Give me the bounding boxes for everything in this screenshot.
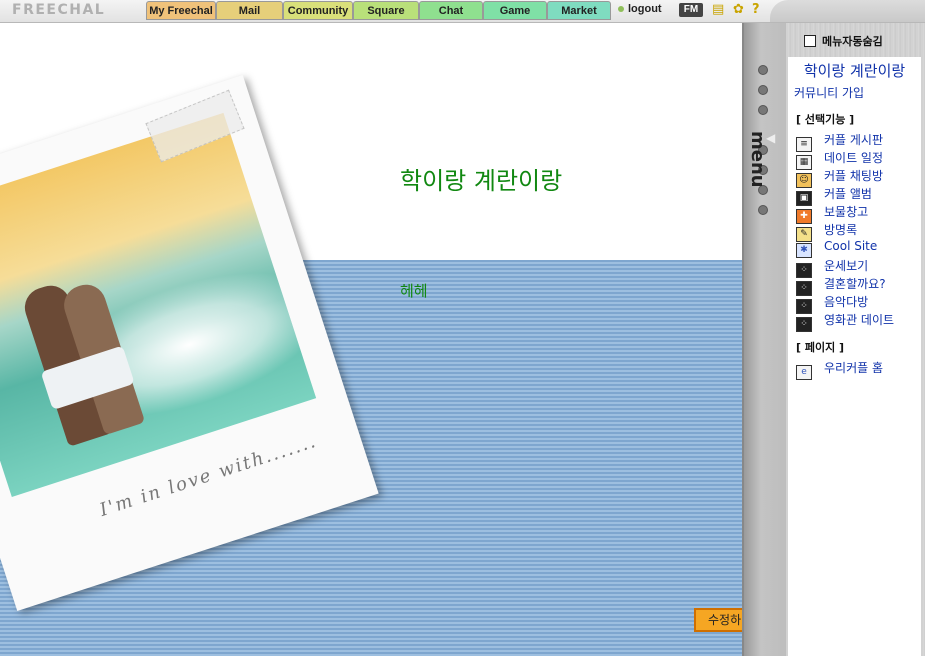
topbar-curve-decoration [770,0,925,22]
tab-my-freechal[interactable]: My Freechal [146,1,216,20]
community-title: 학이랑 계란이랑 [400,167,563,195]
top-nav-bar: FREECHAL My Freechal Mail Community Squa… [0,0,925,23]
movie-icon: ⁘ [796,317,812,332]
logout-link[interactable]: logout [618,3,662,15]
tab-game[interactable]: Game [483,1,547,20]
coolsite-icon: ✱ [796,243,812,258]
menu-item-label: Cool Site [824,239,878,253]
menu-item-cool-site[interactable]: ✱ Cool Site [796,239,921,258]
menu-spine[interactable]: menu ◀ [742,23,786,656]
memo-icon[interactable]: ▤ [712,2,724,17]
binder-ring [758,85,768,95]
home-page-icon: e [796,365,812,380]
menu-item-label: 결혼할까요? [824,277,886,291]
menu-item-label: 커플 게시판 [824,133,884,147]
menu-item-label: 우리커플 홈 [824,361,884,375]
menu-item-label: 방명록 [824,223,858,237]
binder-ring [758,205,768,215]
menu-item-fortune[interactable]: ⁘ 운세보기 [796,257,921,278]
menu-tab-label[interactable]: menu [747,131,768,188]
menu-item-wedding[interactable]: ⁘ 결혼할까요? [796,275,921,296]
tab-chat[interactable]: Chat [419,1,483,20]
status-dot-icon [618,6,624,13]
fm-button[interactable]: FM [679,3,703,17]
binder-ring [758,65,768,75]
tab-market[interactable]: Market [547,1,611,20]
couple-photo [0,112,317,498]
binder-ring [758,105,768,115]
menu-item-treasure[interactable]: ✚ 보물창고 [796,203,921,224]
menu-item-date-schedule[interactable]: ▦ 데이트 일정 [796,149,921,170]
menu-item-label: 커플 앨범 [824,187,872,201]
edit-button[interactable]: 수정하 [694,608,742,632]
menu-item-couple-board[interactable]: ≡ 커플 게시판 [796,131,921,152]
section-header-pages: [ 페이지 ] [796,341,845,354]
menu-item-couple-home[interactable]: e 우리커플 홈 [796,359,921,380]
side-menu-panel: menu ◀ 메뉴자동숨김 학이랑 계란이랑 커뮤니티 가입 [ 선택기능 ] … [742,23,925,656]
ribbon-icon[interactable]: ✿ [733,2,744,17]
menu-item-music[interactable]: ⁘ 음악다방 [796,293,921,314]
menu-list: 학이랑 계란이랑 커뮤니티 가입 [ 선택기능 ] ≡ 커플 게시판 ▦ 데이트 일… [788,57,921,656]
tab-square[interactable]: Square [353,1,419,20]
menu-item-couple-album[interactable]: ▣ 커플 앨범 [796,185,921,206]
menu-item-label: 커플 채팅방 [824,169,884,183]
tab-mail[interactable]: Mail [216,1,283,20]
menu-item-label: 음악다방 [824,295,869,309]
logout-label: logout [628,3,662,15]
auto-hide-toggle[interactable]: 메뉴자동숨김 [804,33,883,49]
menu-item-label: 운세보기 [824,259,869,273]
auto-hide-label: 메뉴자동숨김 [822,35,883,48]
tab-community[interactable]: Community [283,1,353,20]
section-header-features: [ 선택기능 ] [796,113,855,126]
menu-item-label: 보물창고 [824,205,869,219]
menu-item-label: 데이트 일정 [824,151,884,165]
freechal-logo[interactable]: FREECHAL [12,2,105,18]
menu-arrow-icon: ◀ [766,131,776,145]
menu-item-label: 영화관 데이트 [824,313,895,327]
menu-item-movie-date[interactable]: ⁘ 영화관 데이트 [796,311,921,332]
menu-item-couple-chat[interactable]: ☺ 커플 채팅방 [796,167,921,188]
auto-hide-checkbox[interactable] [804,35,816,47]
help-icon[interactable]: ? [752,2,760,17]
panel-community-title[interactable]: 학이랑 계란이랑 [788,63,921,80]
join-community-link[interactable]: 커뮤니티 가입 [794,84,921,101]
community-subtitle: 헤헤 [400,282,428,300]
main-content: I'm in love with....... 학이랑 계란이랑 헤헤 수정하 [0,23,742,656]
menu-item-guestbook[interactable]: ✎ 방명록 [796,221,921,242]
